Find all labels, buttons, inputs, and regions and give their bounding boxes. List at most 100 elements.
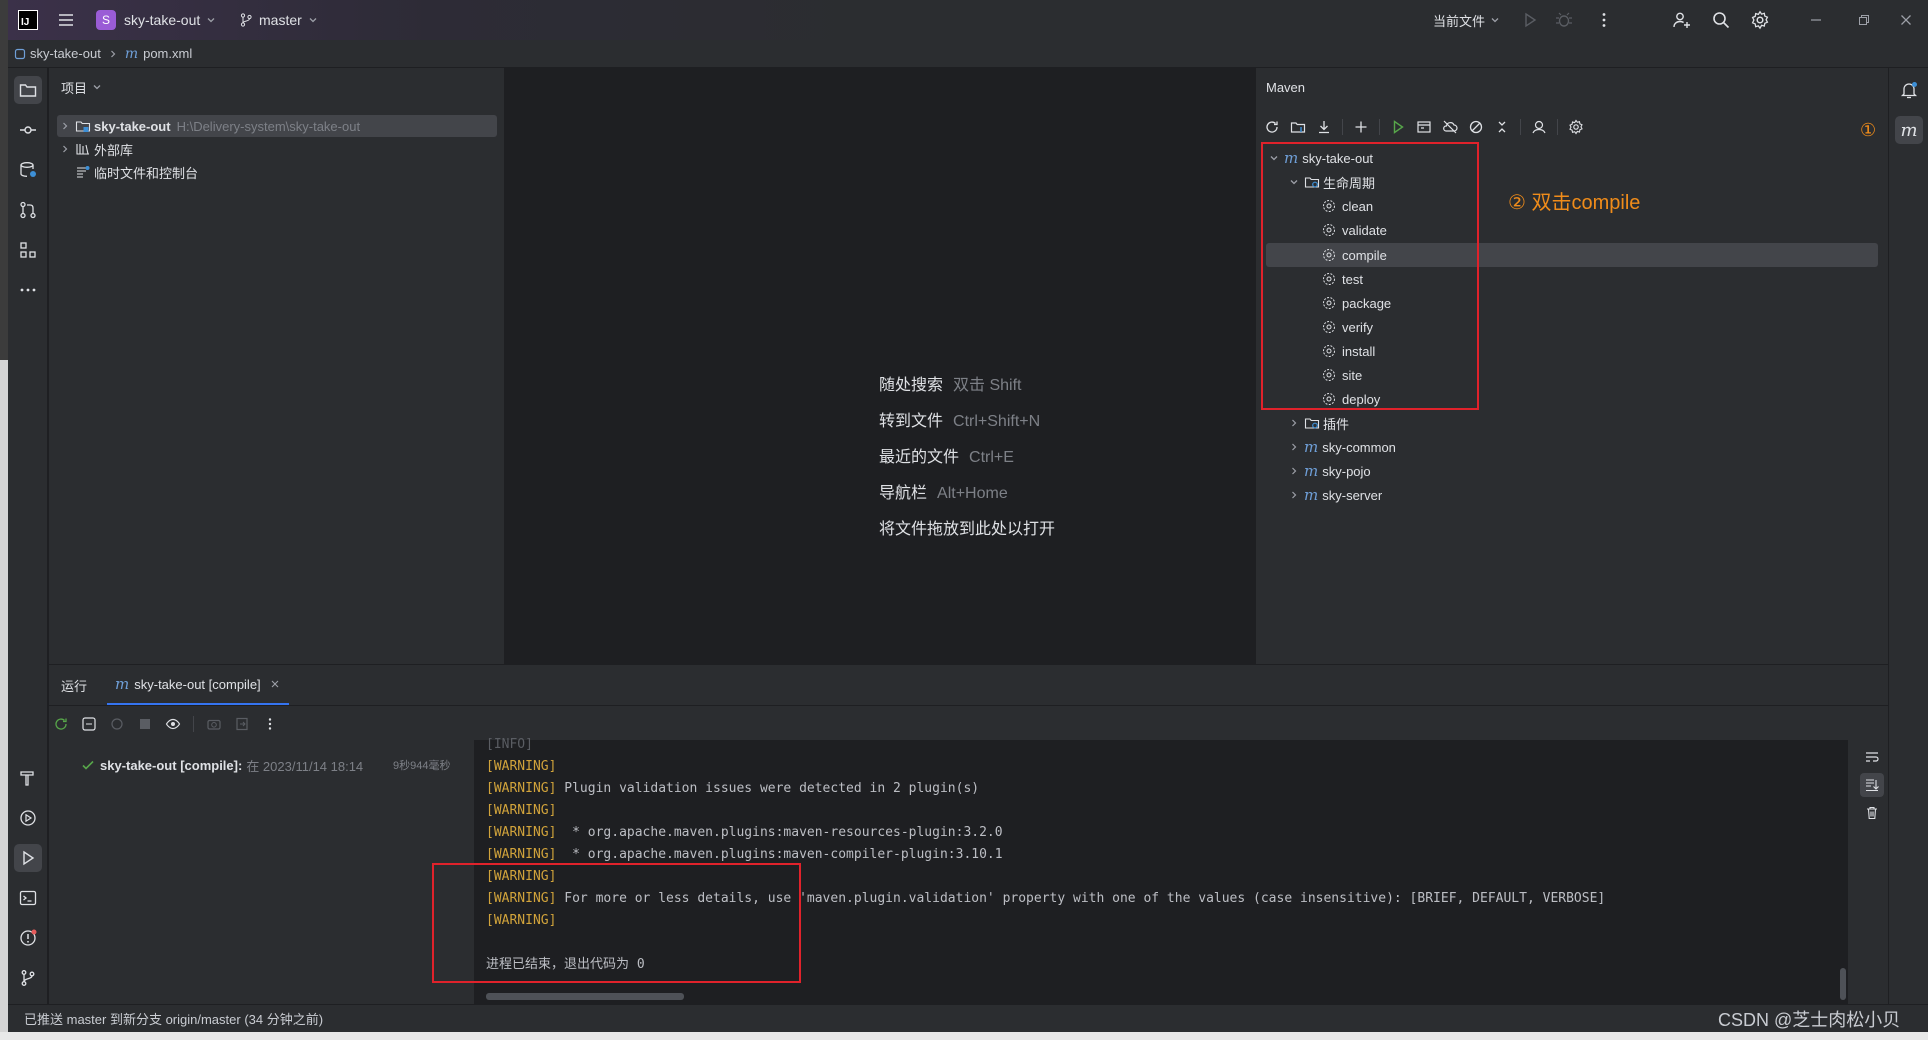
more-vertical-icon[interactable] [262, 716, 278, 732]
project-tree-root[interactable]: sky-take-out H:\Delivery-system\sky-take… [57, 115, 497, 137]
skip-tests-icon[interactable] [1468, 119, 1484, 135]
stop-icon[interactable] [137, 716, 153, 732]
annotation-step-one: ① [1860, 120, 1877, 140]
run-maven-goal-icon[interactable] [1390, 119, 1406, 135]
title-bar: IJ S sky-take-out master 当前文件 [8, 0, 1928, 40]
bell-icon [1900, 82, 1918, 99]
terminal-icon [19, 890, 37, 906]
more-tools-button[interactable] [14, 276, 42, 304]
external-libraries-item[interactable]: 外部库 [57, 138, 133, 160]
project-root-label: sky-take-out [94, 118, 171, 134]
maven-settings-icon[interactable] [1568, 119, 1584, 135]
project-name: sky-take-out [124, 12, 201, 28]
breadcrumb: sky-take-out m pom.xml [8, 40, 1928, 68]
close-tab-icon[interactable] [269, 678, 281, 690]
maven-plugins-node[interactable]: 插件 [1288, 411, 1349, 435]
more-actions-button[interactable] [1594, 0, 1614, 40]
collapse-all-icon[interactable] [1494, 119, 1510, 135]
maven-module-sky-server[interactable]: m sky-server [1288, 483, 1382, 507]
build-tool-button[interactable] [14, 764, 42, 792]
horizontal-scrollbar[interactable] [486, 993, 684, 1000]
run-button[interactable] [1520, 0, 1540, 40]
scroll-to-end-icon [1866, 779, 1879, 792]
chevron-right-icon [1292, 491, 1297, 499]
close-icon [1901, 15, 1911, 25]
run-tool-button[interactable] [14, 844, 42, 872]
close-window-button[interactable] [1898, 0, 1914, 40]
analyze-dependencies-icon[interactable] [1531, 119, 1547, 135]
run-tree-time: 在 2023/11/14 18:14 [246, 758, 364, 774]
rerun-failed-icon[interactable] [81, 716, 97, 732]
export-icon[interactable] [234, 716, 250, 732]
folder-icon [19, 84, 37, 97]
services-tool-button[interactable] [14, 804, 42, 832]
structure-tool-button[interactable] [14, 236, 42, 264]
add-icon[interactable] [1353, 119, 1369, 135]
scratches-item[interactable]: 临时文件和控制台 [57, 161, 198, 183]
scroll-to-end-button[interactable] [1860, 773, 1884, 797]
chevron-right-icon [110, 50, 116, 57]
lifecycle-highlight-box [1261, 142, 1479, 410]
run-config-selector[interactable]: 当前文件 [1433, 0, 1501, 40]
run-tree-item[interactable]: sky-take-out [compile]: 在 2023/11/14 18:… [81, 755, 363, 775]
vertical-scrollbar[interactable] [1840, 968, 1846, 1000]
editor-empty-state: 随处搜索 双击 Shift 转到文件 Ctrl+Shift+N 最近的文件 Ctrl+… [506, 68, 1254, 664]
execute-goal-icon[interactable] [1416, 119, 1432, 135]
maven-tool-button[interactable]: m [1895, 116, 1923, 144]
annotation-double-click-compile: ② 双击compile [1508, 192, 1641, 214]
clear-console-button[interactable] [1864, 805, 1880, 821]
status-message[interactable]: 已推送 master 到新分支 origin/master (34 分钟之前) [24, 1009, 323, 1028]
maven-plugins-label: 插件 [1323, 416, 1350, 432]
generate-sources-icon[interactable] [1290, 119, 1306, 135]
project-root-path: H:\Delivery-system\sky-take-out [176, 118, 361, 134]
soft-wrap-button[interactable] [1864, 749, 1880, 765]
toggle-auto-test-icon[interactable] [109, 716, 125, 732]
eye-icon[interactable] [165, 716, 181, 732]
module-label: sky-server [1322, 487, 1383, 503]
notifications-button[interactable] [1895, 76, 1923, 104]
search-everywhere-button[interactable] [1711, 0, 1731, 40]
module-icon [14, 48, 26, 59]
git-tool-button[interactable] [14, 964, 42, 992]
camera-icon[interactable] [206, 716, 222, 732]
rerun-icon[interactable] [53, 716, 69, 732]
chevron-right-icon [63, 122, 68, 130]
breadcrumb-project[interactable]: sky-take-out [30, 46, 101, 61]
terminal-tool-button[interactable] [14, 884, 42, 912]
chevron-down-icon [207, 18, 215, 23]
reload-icon[interactable] [1264, 119, 1280, 135]
console-line-clipped: [INFO] [486, 737, 533, 752]
minimize-button[interactable] [1808, 0, 1824, 40]
offline-mode-icon[interactable] [1442, 119, 1458, 135]
module-label: sky-pojo [1322, 463, 1371, 479]
restore-button[interactable] [1856, 0, 1872, 40]
maven-module-sky-pojo[interactable]: m sky-pojo [1288, 459, 1371, 483]
breadcrumb-file[interactable]: pom.xml [143, 46, 192, 61]
project-tool-button[interactable] [14, 76, 42, 104]
console-line: [WARNING] [486, 759, 557, 774]
git-branch-icon [21, 970, 35, 986]
project-panel-title: 项目 [61, 80, 88, 96]
main-menu-button[interactable] [56, 0, 76, 40]
commit-tool-button[interactable] [14, 116, 42, 144]
chevron-right-icon [63, 145, 68, 153]
project-view-selector[interactable]: 项目 [61, 76, 103, 98]
project-initial-badge: S [96, 10, 116, 30]
download-icon[interactable] [1316, 119, 1332, 135]
problems-tool-button[interactable] [14, 924, 42, 952]
pull-requests-tool-button[interactable] [14, 196, 42, 224]
branch-switcher[interactable]: master [238, 0, 319, 40]
settings-button[interactable] [1750, 0, 1770, 40]
maven-module-sky-common[interactable]: m sky-common [1288, 435, 1396, 459]
debug-button[interactable] [1554, 0, 1574, 40]
project-switcher[interactable]: S sky-take-out [96, 0, 217, 40]
library-icon [76, 144, 89, 155]
maven-m-icon: m [115, 675, 130, 693]
database-tool-button[interactable] [14, 156, 42, 184]
app-logo[interactable]: IJ [18, 0, 38, 40]
run-panel-title: 运行 [61, 678, 88, 694]
run-duration: 9秒944毫秒 [393, 760, 451, 772]
success-check-icon [82, 760, 94, 770]
code-with-me-button[interactable] [1672, 0, 1692, 40]
tab-run-config[interactable]: m sky-take-out [compile] [107, 665, 289, 705]
